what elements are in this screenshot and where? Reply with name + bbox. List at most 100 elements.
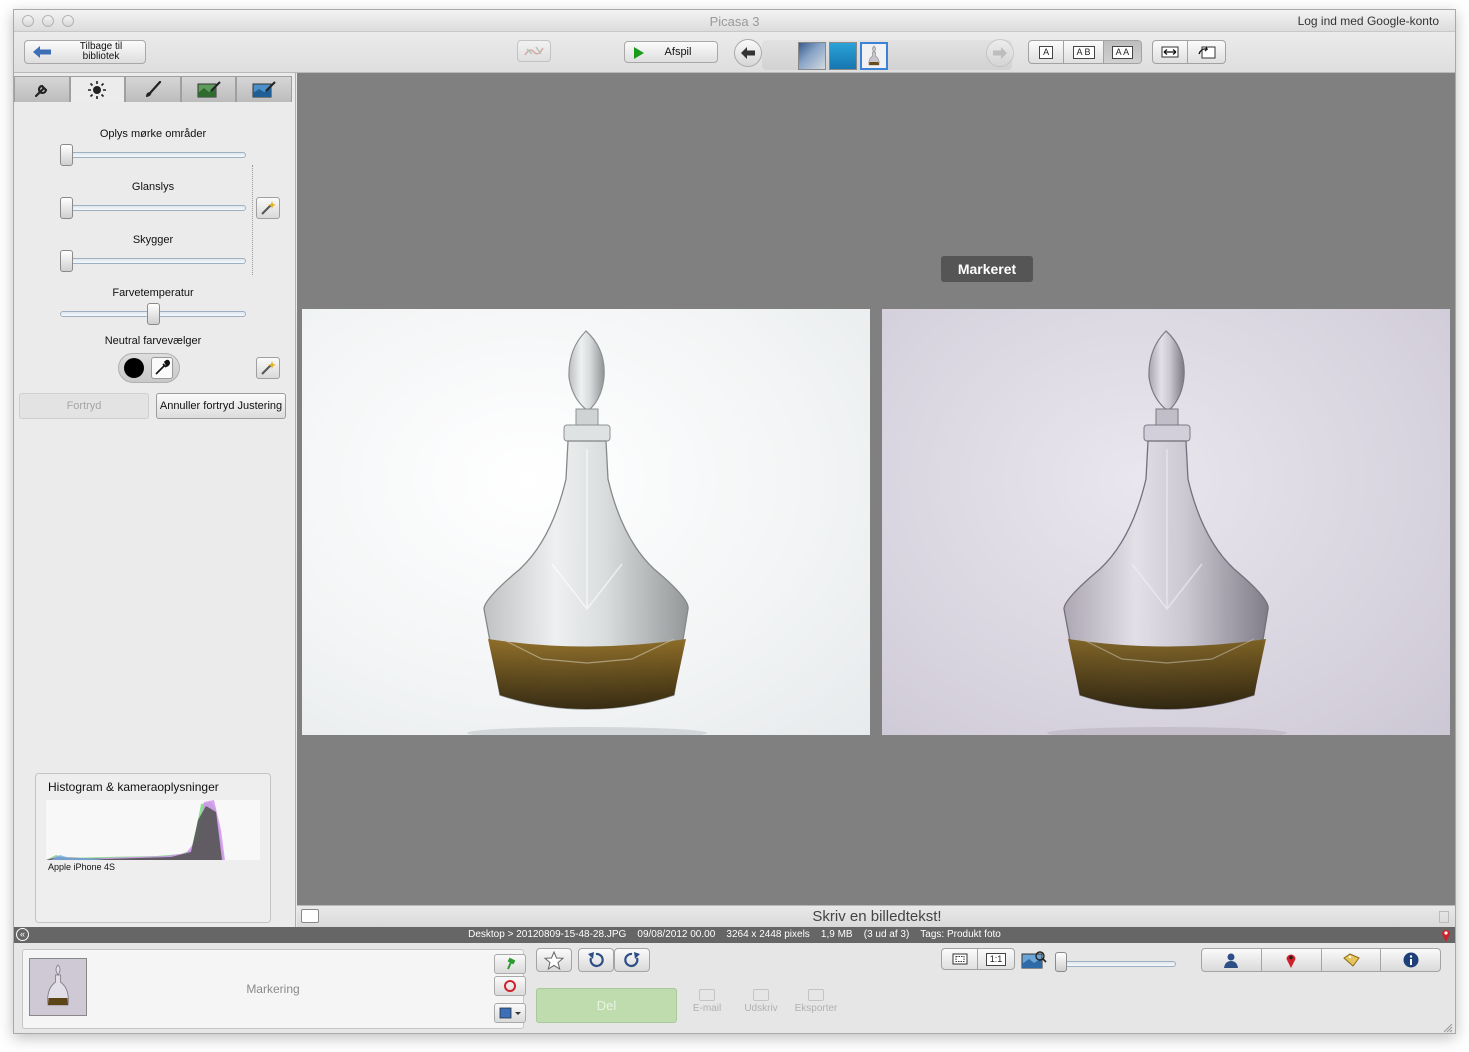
export-action[interactable]: Eksporter	[793, 989, 839, 1014]
photo-zoom-icon	[1021, 951, 1047, 969]
tab-effects[interactable]	[125, 76, 181, 102]
wrench-icon	[34, 84, 47, 97]
neutral-color-picker	[118, 353, 180, 383]
email-icon	[699, 989, 715, 1001]
neutral-color-swatch[interactable]	[124, 358, 144, 378]
shadows-slider-knob[interactable]	[60, 250, 73, 272]
layout-single-button[interactable]: A	[1029, 41, 1065, 63]
export-folder-icon	[808, 989, 824, 1001]
star-button[interactable]	[536, 948, 572, 972]
green-pin-icon	[507, 957, 516, 970]
shadows-slider-track[interactable]	[60, 258, 246, 264]
email-label: E-mail	[692, 1003, 722, 1014]
highlights-label: Glanslys	[131, 181, 175, 193]
photo-viewer: Markeret	[297, 73, 1455, 905]
share-button[interactable]: Del	[536, 988, 677, 1023]
title-bar: Picasa 3 Log ind med Google-konto	[14, 10, 1455, 32]
trash-icon[interactable]	[1439, 911, 1449, 923]
rotate-right-button[interactable]	[614, 948, 650, 972]
zoom-mode-group: 1:1	[941, 948, 1015, 970]
auto-contrast-bracket	[252, 165, 253, 275]
next-photo-button[interactable]	[986, 39, 1014, 67]
fill-light-slider-track[interactable]	[60, 152, 246, 158]
sun-icon	[88, 80, 107, 99]
previous-photo-button[interactable]	[734, 39, 762, 67]
people-panel-button[interactable]	[1202, 949, 1262, 971]
tab-tuning[interactable]	[69, 76, 126, 102]
side-panels-group	[1201, 948, 1441, 972]
eyedropper-button[interactable]	[151, 357, 173, 379]
slideshow-play-button[interactable]: Afspil	[624, 41, 718, 63]
play-label: Afspil	[664, 46, 692, 58]
color-temperature-slider-knob[interactable]	[146, 303, 160, 325]
print-action[interactable]: Udskriv	[738, 989, 784, 1014]
rotate-left-icon	[588, 952, 604, 968]
layout-before-after-button[interactable]: A A	[1103, 41, 1141, 63]
clear-selection-button[interactable]	[494, 976, 526, 996]
add-to-album-button[interactable]	[494, 1003, 526, 1023]
brush-icon	[145, 80, 162, 97]
filmstrip-thumb-2[interactable]	[829, 42, 857, 70]
tab-basic-fixes[interactable]	[14, 76, 70, 102]
status-dimensions: 3264 x 2448 pixels	[726, 929, 810, 940]
location-pin-icon[interactable]	[1441, 928, 1451, 942]
play-icon	[634, 47, 644, 59]
histogram-chart	[46, 800, 225, 860]
picasa-window: Picasa 3 Log ind med Google-konto Tilbag…	[13, 9, 1456, 1034]
magic-wand-icon	[261, 201, 276, 215]
info-icon	[1403, 952, 1419, 968]
zoom-slider-knob[interactable]	[1055, 952, 1067, 972]
back-to-library-button[interactable]: Tilbage til bibliotek	[24, 40, 146, 64]
tab-effects-2[interactable]	[180, 76, 237, 102]
info-panel-button[interactable]	[1381, 949, 1440, 971]
fit-width-button[interactable]	[1153, 41, 1189, 63]
layout-mode-group: A A B A A	[1028, 40, 1142, 64]
clear-circle-icon	[504, 980, 516, 992]
original-photo[interactable]	[302, 309, 870, 735]
tags-panel-button[interactable]	[1322, 949, 1382, 971]
zoom-actual-button[interactable]: 1:1	[978, 949, 1014, 969]
histogram-graph	[46, 800, 260, 860]
zoom-photo-icon[interactable]	[1021, 950, 1047, 970]
highlights-slider-track[interactable]	[60, 205, 246, 211]
resize-grip-icon[interactable]	[1443, 1023, 1453, 1033]
layout-before-after-label: A A	[1111, 45, 1134, 59]
highlights-slider-knob[interactable]	[60, 197, 73, 219]
edit-tools-button[interactable]	[1188, 41, 1225, 63]
auto-contrast-button[interactable]	[256, 197, 280, 219]
decanter-thumb-icon	[868, 45, 880, 66]
zoom-fit-button[interactable]	[942, 949, 979, 969]
camera-model: Apple iPhone 4S	[48, 862, 116, 872]
undo-button[interactable]: Fortryd	[19, 393, 149, 419]
tag-icon	[1343, 953, 1360, 967]
redo-adjustment-button[interactable]: Annuller fortryd Justering	[156, 393, 286, 419]
zoom-slider-track[interactable]	[1058, 961, 1176, 967]
tab-effects-3[interactable]	[236, 76, 292, 102]
google-signin-link[interactable]: Log ind med Google-konto	[1298, 14, 1439, 28]
selection-label: Markering	[246, 982, 300, 996]
auto-color-button[interactable]	[256, 357, 280, 379]
fit-width-icon	[1161, 46, 1179, 58]
view-tools-group	[1152, 40, 1226, 64]
filmstrip-thumb-1[interactable]	[798, 42, 826, 70]
shadows-label: Skygger	[132, 234, 174, 246]
caption-bar: Skriv en billedtekst!	[297, 905, 1455, 927]
map-pin-icon	[1286, 954, 1296, 968]
status-path: Desktop > 20120809-15-48-28.JPG	[468, 929, 627, 940]
layout-compare-button[interactable]: A B	[1064, 41, 1104, 63]
places-panel-button[interactable]	[1262, 949, 1322, 971]
decanter-original-image	[467, 330, 707, 735]
hold-pin-button[interactable]	[494, 954, 526, 974]
filmstrip	[762, 40, 1012, 70]
print-label: Udskriv	[744, 1003, 778, 1014]
edited-photo[interactable]	[882, 309, 1450, 735]
export-label: Eksporter	[794, 1003, 838, 1014]
status-position: (3 ud af 3)	[863, 929, 910, 940]
rotate-left-button[interactable]	[578, 948, 614, 972]
filmstrip-thumb-3-selected[interactable]	[860, 42, 888, 70]
fill-light-slider-knob[interactable]	[60, 144, 73, 166]
collage-button[interactable]	[517, 40, 551, 62]
caption-input[interactable]: Skriv en billedtekst!	[297, 908, 1455, 925]
magic-wand-icon	[261, 361, 276, 375]
email-action[interactable]: E-mail	[684, 989, 730, 1014]
